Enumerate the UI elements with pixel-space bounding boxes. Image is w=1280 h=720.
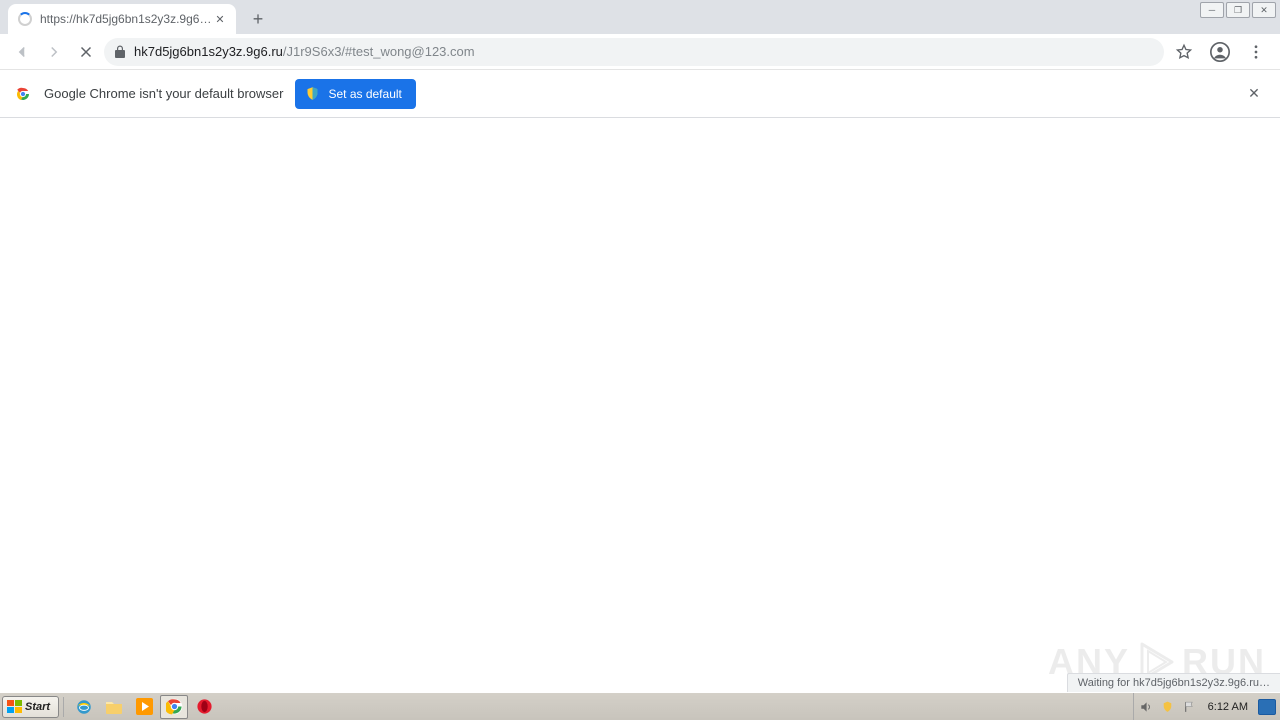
quick-launch	[70, 695, 218, 719]
system-tray: 6:12 AM	[1133, 693, 1280, 720]
tab-title: https://hk7d5jg6bn1s2y3z.9g6.ru/J	[40, 12, 212, 26]
set-default-button[interactable]: Set as default	[295, 79, 415, 109]
stop-reload-button[interactable]	[72, 38, 100, 66]
browser-toolbar: hk7d5jg6bn1s2y3z.9g6.ru/J1r9S6x3/#test_w…	[0, 34, 1280, 70]
address-bar[interactable]: hk7d5jg6bn1s2y3z.9g6.ru/J1r9S6x3/#test_w…	[104, 38, 1164, 66]
tray-shield-icon[interactable]	[1160, 699, 1176, 715]
browser-tab[interactable]: https://hk7d5jg6bn1s2y3z.9g6.ru/J ✕	[8, 4, 236, 34]
star-icon	[1175, 43, 1193, 61]
taskbar-clock[interactable]: 6:12 AM	[1204, 701, 1252, 713]
windows-taskbar: Start 6:12 AM	[0, 692, 1280, 720]
tray-volume-icon[interactable]	[1138, 699, 1154, 715]
chrome-menu-button[interactable]	[1240, 36, 1272, 68]
status-bubble: Waiting for hk7d5jg6bn1s2y3z.9g6.ru…	[1067, 673, 1280, 692]
status-text: Waiting for hk7d5jg6bn1s2y3z.9g6.ru…	[1078, 677, 1270, 689]
quick-launch-ie[interactable]	[70, 695, 98, 719]
loading-spinner-icon	[18, 12, 32, 26]
quick-launch-opera[interactable]	[190, 695, 218, 719]
chrome-icon	[166, 698, 183, 715]
tray-flag-icon[interactable]	[1182, 699, 1198, 715]
arrow-right-icon	[45, 43, 63, 61]
infobar-close-button[interactable]: ✕	[1242, 82, 1266, 106]
start-button[interactable]: Start	[2, 696, 59, 718]
window-controls: ─ ❐ ✕	[1200, 2, 1276, 18]
tab-strip: https://hk7d5jg6bn1s2y3z.9g6.ru/J ✕ + ─ …	[0, 0, 1280, 34]
back-button	[8, 38, 36, 66]
lock-icon	[114, 45, 126, 59]
shield-icon	[305, 86, 320, 101]
tab-close-button[interactable]: ✕	[212, 11, 228, 27]
window-minimize-button[interactable]: ─	[1200, 2, 1224, 18]
infobar-message: Google Chrome isn't your default browser	[44, 86, 283, 101]
profile-button[interactable]	[1204, 36, 1236, 68]
bookmark-button[interactable]	[1168, 36, 1200, 68]
url-path: /J1r9S6x3/#test_wong@123.com	[283, 44, 475, 59]
windows-flag-icon	[7, 700, 22, 713]
url-host: hk7d5jg6bn1s2y3z.9g6.ru	[134, 44, 283, 59]
chrome-logo-icon	[14, 85, 32, 103]
start-label: Start	[25, 701, 50, 713]
opera-icon	[196, 698, 213, 715]
kebab-menu-icon	[1247, 43, 1265, 61]
close-icon	[77, 43, 95, 61]
internet-explorer-icon	[75, 698, 93, 716]
user-circle-icon	[1209, 41, 1231, 63]
window-maximize-button[interactable]: ❐	[1226, 2, 1250, 18]
quick-launch-media[interactable]	[130, 695, 158, 719]
url-text: hk7d5jg6bn1s2y3z.9g6.ru/J1r9S6x3/#test_w…	[134, 44, 1154, 59]
set-default-label: Set as default	[328, 87, 401, 101]
arrow-left-icon	[13, 43, 31, 61]
page-content: ANY RUN Waiting for hk7d5jg6bn1s2y3z.9g6…	[0, 118, 1280, 692]
media-player-icon	[136, 698, 153, 715]
taskbar-separator	[63, 697, 64, 717]
taskbar-item-chrome[interactable]	[160, 695, 188, 719]
new-tab-button[interactable]: +	[246, 7, 270, 31]
folder-icon	[105, 699, 123, 715]
quick-launch-explorer[interactable]	[100, 695, 128, 719]
window-close-button[interactable]: ✕	[1252, 2, 1276, 18]
forward-button	[40, 38, 68, 66]
show-desktop-button[interactable]	[1258, 699, 1276, 715]
default-browser-infobar: Google Chrome isn't your default browser…	[0, 70, 1280, 118]
